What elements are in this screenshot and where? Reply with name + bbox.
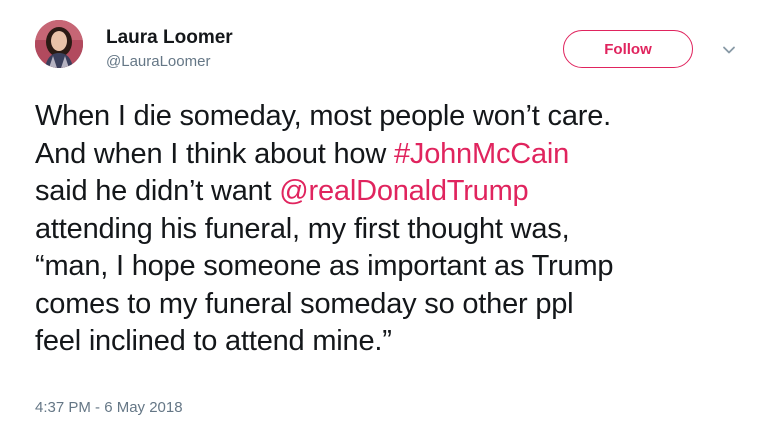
tweet-timestamp[interactable]: 4:37 PM - 6 May 2018 <box>35 399 183 416</box>
tweet-line: comes to my funeral someday so other ppl <box>35 287 574 320</box>
tweet-line: And when I think about how #JohnMcCain <box>35 136 760 174</box>
tweet-card: Laura Loomer @LauraLoomer Follow When I … <box>0 0 768 429</box>
tweet-text-segment: said he didn’t want <box>35 175 280 207</box>
avatar-image <box>35 20 83 68</box>
hashtag-link[interactable]: #JohnMcCain <box>394 138 569 170</box>
tweet-line: When I die someday, most people won’t ca… <box>35 100 611 132</box>
avatar[interactable] <box>35 20 83 68</box>
tweet-line: feel inclined to attend mine.” <box>35 325 392 357</box>
follow-button[interactable]: Follow <box>563 30 693 68</box>
tweet-line: attending his funeral, my first thought … <box>35 212 570 245</box>
author-display-name[interactable]: Laura Loomer <box>106 27 233 49</box>
tweet-line: “man, I hope someone as important as Tru… <box>35 250 614 282</box>
chevron-down-icon[interactable] <box>719 40 739 60</box>
mention-link[interactable]: @realDonaldTrump <box>279 175 528 207</box>
author-info: Laura Loomer @LauraLoomer <box>106 27 233 72</box>
tweet-line: said he didn’t want @realDonaldTrump <box>35 173 760 211</box>
tweet-text: When I die someday, most people won’t ca… <box>35 98 760 361</box>
tweet-text-segment: And when I think about how <box>35 137 394 170</box>
author-handle[interactable]: @LauraLoomer <box>106 52 233 72</box>
